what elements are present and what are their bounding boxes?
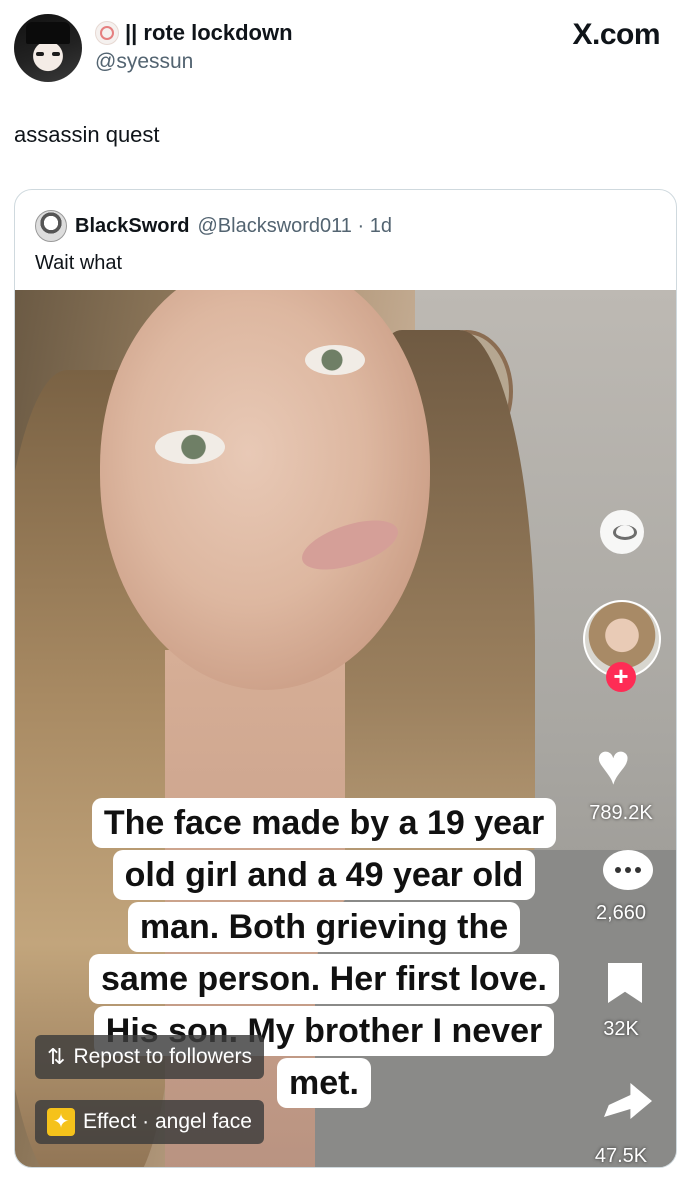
like-count: 789.2K xyxy=(589,802,653,824)
quoted-handle: @Blacksword011 · 1d xyxy=(197,214,392,237)
repost-pill[interactable]: ⇅ Repost to followers xyxy=(35,1035,265,1079)
caption-line: man. Both grieving the xyxy=(127,902,521,952)
emoji-icon xyxy=(95,21,119,45)
eye-right xyxy=(305,345,365,375)
share-count: 47.5K xyxy=(594,1145,648,1167)
caption-line: same person. Her first love. xyxy=(89,954,559,1004)
caption-line: The face made by a 19 year xyxy=(91,798,557,848)
video-media[interactable]: The face made by a 19 year old girl and … xyxy=(15,290,676,1167)
effect-pill[interactable]: ✦ Effect · angel face xyxy=(35,1100,264,1144)
heart-icon[interactable]: ♥ xyxy=(596,735,656,795)
bookmark-count: 32K xyxy=(603,1018,639,1040)
repost-icon: ⇅ xyxy=(47,1044,66,1069)
eye-left xyxy=(155,430,225,464)
follow-plus-icon[interactable]: + xyxy=(606,662,636,692)
avatar-eye xyxy=(52,52,60,56)
author-name-row: || rote lockdown xyxy=(95,20,293,46)
avatar-hair xyxy=(26,22,70,44)
quoted-tweet[interactable]: BlackSword @Blacksword011 · 1d Wait what… xyxy=(14,189,677,1168)
handle[interactable]: @syessun xyxy=(95,50,193,74)
sound-icon[interactable] xyxy=(600,510,644,554)
comment-icon[interactable] xyxy=(603,850,653,890)
caption-line: old girl and a 49 year old xyxy=(112,850,536,900)
avatar[interactable] xyxy=(14,14,82,82)
effect-label: Effect · angel face xyxy=(83,1110,252,1133)
repost-label: Repost to followers xyxy=(73,1045,253,1068)
quoted-tweet-header: BlackSword @Blacksword011 · 1d xyxy=(35,210,392,242)
quoted-author-name[interactable]: BlackSword xyxy=(75,215,189,238)
quoted-avatar[interactable] xyxy=(35,210,67,242)
source-label: X.com xyxy=(572,18,660,51)
avatar-eye xyxy=(36,52,44,56)
quoted-tweet-text: Wait what xyxy=(35,252,123,274)
display-name[interactable]: || rote lockdown xyxy=(125,20,293,46)
caption-line: met. xyxy=(277,1058,371,1108)
tweet-text: assassin quest xyxy=(14,122,160,147)
tweet-header: || rote lockdown @syessun X.com xyxy=(0,0,690,110)
comment-count: 2,660 xyxy=(595,902,647,924)
effect-icon: ✦ xyxy=(47,1108,75,1136)
